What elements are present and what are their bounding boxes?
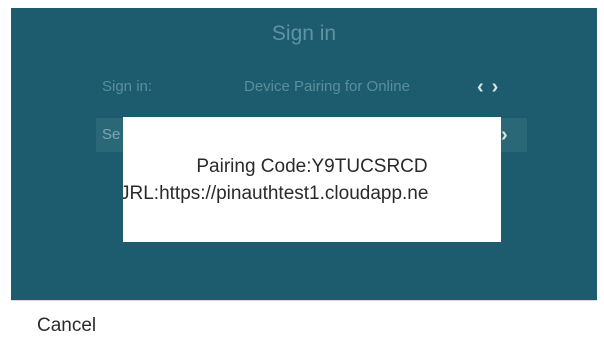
pairing-url-text: JRL:https://pinauthtest1.cloudapp.ne [123,183,429,204]
sign-in-screen: Sign in Sign in: Device Pairing for Onli… [11,8,597,301]
sign-in-method-row[interactable]: Sign in: Device Pairing for Online ‹› [11,70,597,104]
pairing-dialog: Pairing Code:Y9TUCSRCD JRL:https://pinau… [123,117,501,242]
sign-in-method-value: Device Pairing for Online [244,78,410,95]
sign-in-method-arrows[interactable]: ‹› [477,70,506,104]
screen-title: Sign in [271,22,337,45]
phone-display: Sign in Sign in: Device Pairing for Onli… [0,0,604,347]
chevron-left-icon[interactable]: ‹ [477,76,492,98]
cancel-softkey[interactable]: Cancel [37,315,96,337]
second-setting-label: Se [102,126,121,143]
chevron-right-icon[interactable]: › [501,118,508,152]
sign-in-method-label: Sign in: [102,78,153,95]
softkey-bar: Cancel [11,301,597,347]
pairing-code-text: Pairing Code:Y9TUCSRCD [196,156,428,177]
chevron-right-icon[interactable]: › [492,76,507,98]
